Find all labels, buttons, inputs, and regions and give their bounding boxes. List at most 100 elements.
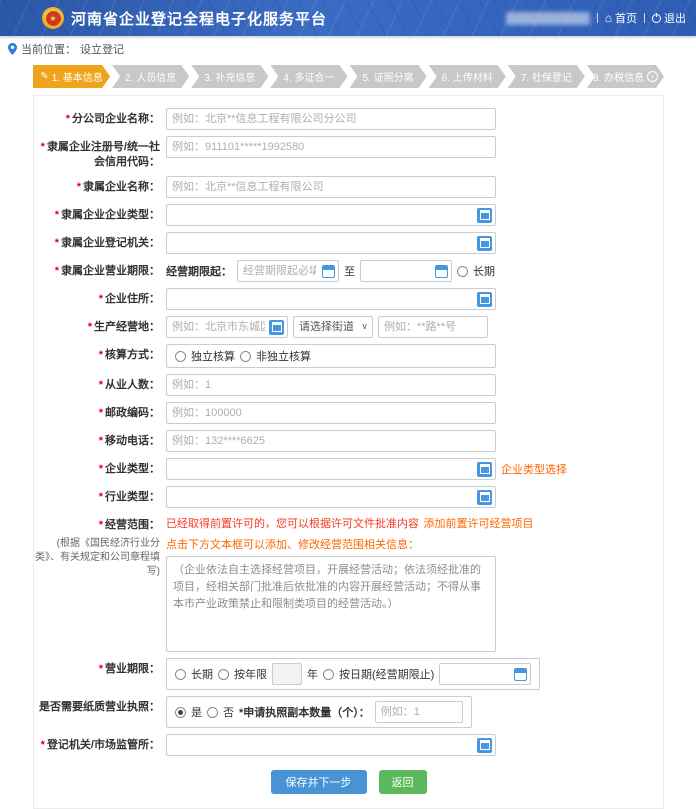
step-wizard: 1. 基本信息 2. 人员信息 3. 补充信息 4. 多证合一 5. 证照分离 …: [33, 65, 664, 88]
accounting-options-box: 独立核算 非独立核算: [166, 344, 496, 368]
picker-icon[interactable]: [477, 738, 492, 753]
required-star: *: [55, 209, 59, 221]
save-next-button[interactable]: 保存并下一步: [271, 770, 367, 794]
calendar-icon[interactable]: [435, 265, 448, 278]
picker-icon[interactable]: [477, 208, 492, 223]
required-star: *: [99, 407, 103, 419]
step-personnel-info[interactable]: 2. 人员信息: [112, 65, 189, 88]
app-header: ★ 河南省企业登记全程电子化服务平台 首页 退出: [0, 0, 696, 36]
picker-icon[interactable]: [477, 462, 492, 477]
calendar-icon[interactable]: [514, 668, 527, 681]
term-years-input[interactable]: [272, 663, 302, 685]
header-divider: [597, 13, 598, 23]
production-place-row: *生产经营地： 请选择街道: [34, 316, 663, 338]
company-type-select-link[interactable]: 企业类型选择: [501, 461, 567, 477]
parent-term-row: *隶属企业营业期限： 经营期限起： 至 长期: [34, 260, 663, 282]
step-supplement-info[interactable]: 3. 补充信息: [191, 65, 268, 88]
mobile-input[interactable]: [166, 430, 496, 452]
term-by-years-radio[interactable]: [218, 669, 229, 680]
independent-accounting-label: 独立核算: [191, 348, 235, 364]
pencil-icon: [40, 71, 48, 82]
step-social-security[interactable]: 7. 社保登记: [508, 65, 585, 88]
business-scope-label: 经营范围：: [105, 519, 160, 531]
address-input[interactable]: [166, 288, 496, 310]
required-star: *: [99, 463, 103, 475]
required-star: *: [55, 265, 59, 277]
required-star: *: [41, 141, 45, 153]
parent-type-label: 隶属企业企业类型：: [61, 209, 160, 221]
header-user-area: 首页 退出: [506, 10, 686, 26]
parent-reg-org-input[interactable]: [166, 232, 496, 254]
term-longterm-radio[interactable]: [457, 266, 468, 277]
scope-hint-red: 已经取得前置许可的，您可以根据许可文件批准内容: [166, 518, 419, 530]
term-longterm-label: 长期: [473, 263, 495, 279]
postcode-row: *邮政编码：: [34, 402, 663, 424]
home-link[interactable]: 首页: [605, 10, 637, 26]
step-upload-materials[interactable]: 6. 上传材料: [429, 65, 506, 88]
paper-yes-radio[interactable]: [175, 707, 186, 718]
parent-reg-org-row: *隶属企业登记机关：: [34, 232, 663, 254]
branch-name-row: *分公司企业名称：: [34, 108, 663, 130]
step-multi-cert[interactable]: 4. 多证合一: [270, 65, 347, 88]
business-term-label: 营业期限：: [105, 663, 160, 675]
street-select[interactable]: 请选择街道: [293, 316, 373, 338]
postcode-input[interactable]: [166, 402, 496, 424]
company-type-row: *企业类型： 企业类型选择: [34, 458, 663, 480]
business-scope-textarea[interactable]: [166, 556, 496, 652]
reg-org-input[interactable]: [166, 734, 496, 756]
parent-code-input[interactable]: [166, 136, 496, 158]
term-by-date-radio[interactable]: [323, 669, 334, 680]
copies-input[interactable]: [375, 701, 463, 723]
parent-type-input[interactable]: [166, 204, 496, 226]
step-cert-separation[interactable]: 5. 证照分离: [350, 65, 427, 88]
paper-license-row: 是否需要纸质营业执照： 是 否 *申请执照副本数量（个）：: [34, 696, 663, 728]
required-star: *: [99, 663, 103, 675]
required-star: *: [99, 379, 103, 391]
step-basic-info[interactable]: 1. 基本信息: [33, 65, 110, 88]
employees-label: 从业人数：: [105, 379, 160, 391]
form-actions: 保存并下一步 返回: [34, 770, 663, 794]
paper-license-box: 是 否 *申请执照副本数量（个）：: [166, 696, 472, 728]
accounting-row: *核算方式： 独立核算 非独立核算: [34, 344, 663, 368]
back-button[interactable]: 返回: [379, 770, 427, 794]
picker-icon[interactable]: [477, 490, 492, 505]
parent-term-label: 隶属企业营业期限：: [61, 265, 160, 277]
username-blurred: [506, 12, 590, 25]
non-independent-accounting-label: 非独立核算: [256, 348, 311, 364]
step-tax-info[interactable]: 8. 办税信息 ›: [587, 65, 664, 88]
employees-row: *从业人数：: [34, 374, 663, 396]
parent-name-label: 隶属企业名称：: [83, 181, 160, 193]
logout-label: 退出: [664, 10, 686, 26]
parent-name-input[interactable]: [166, 176, 496, 198]
breadcrumb-prefix: 当前位置：: [21, 41, 76, 57]
production-place-label: 生产经营地：: [94, 321, 160, 333]
picker-icon[interactable]: [269, 320, 284, 335]
calendar-icon[interactable]: [322, 265, 335, 278]
accounting-label: 核算方式：: [105, 349, 160, 361]
reg-org-row: *登记机关/市场监管所：: [34, 734, 663, 756]
independent-accounting-radio[interactable]: [175, 351, 186, 362]
chevron-right-circle-icon[interactable]: ›: [647, 71, 658, 82]
picker-icon[interactable]: [477, 292, 492, 307]
breadcrumb: 当前位置： 设立登记: [0, 36, 696, 61]
parent-code-row: *隶属企业注册号/统一社会信用代码：: [34, 136, 663, 170]
paper-no-radio[interactable]: [207, 707, 218, 718]
branch-name-input[interactable]: [166, 108, 496, 130]
company-type-input[interactable]: [166, 458, 496, 480]
scope-hint-line2: 点击下方文本框可以添加、修改经营范围相关信息：: [166, 536, 419, 552]
industry-type-input[interactable]: [166, 486, 496, 508]
reg-org-label: 登记机关/市场监管所：: [47, 739, 160, 751]
logout-link[interactable]: 退出: [652, 10, 686, 26]
non-independent-accounting-radio[interactable]: [240, 351, 251, 362]
employees-input[interactable]: [166, 374, 496, 396]
required-star: *: [66, 113, 70, 125]
road-input[interactable]: [378, 316, 488, 338]
picker-icon[interactable]: [477, 236, 492, 251]
app-title: 河南省企业登记全程电子化服务平台: [71, 8, 327, 29]
add-pre-license-link[interactable]: 添加前置许可经营项目: [423, 518, 533, 530]
required-star: *: [41, 739, 45, 751]
term-long-radio[interactable]: [175, 669, 186, 680]
required-star: *: [99, 349, 103, 361]
term-long-label: 长期: [191, 666, 213, 682]
company-type-label: 企业类型：: [105, 463, 160, 475]
